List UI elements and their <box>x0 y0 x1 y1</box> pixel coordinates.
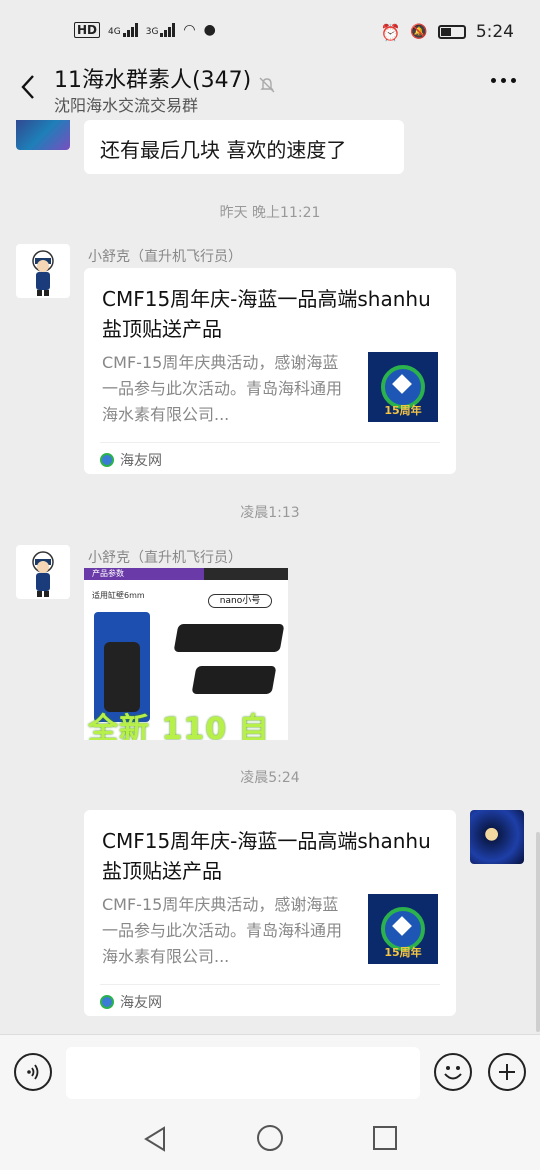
avatar[interactable] <box>16 545 70 599</box>
timestamp: 凌晨1:13 <box>240 505 300 521</box>
source-icon <box>100 453 114 467</box>
notification-bell-icon: ● <box>203 22 216 38</box>
voice-icon <box>27 1064 39 1080</box>
product-device <box>191 666 277 694</box>
image-header-tab: 产品参数 <box>84 568 204 580</box>
mute-status-icon: 🔕 <box>410 24 428 40</box>
card-description: CMF-15周年庆典活动，感谢海蓝一品参与此次活动。青岛海科通用海水素有限公司.… <box>102 353 343 424</box>
emoji-button[interactable] <box>434 1053 472 1091</box>
sender-name: 小舒克（直升机飞行员） <box>88 249 242 265</box>
back-arrow-icon <box>21 75 34 99</box>
image-size-label: 适用缸壁6mm <box>92 591 145 600</box>
pilot-avatar-icon <box>32 551 54 597</box>
signal-icon <box>122 23 138 37</box>
link-card[interactable]: CMF15周年庆-海蓝一品高端shanhu盐顶贴送产品 CMF-15周年庆典活动… <box>84 268 456 474</box>
alarm-icon: ⏰ <box>380 22 401 42</box>
nav-back-icon[interactable] <box>142 1126 168 1152</box>
nav-home-icon[interactable] <box>257 1125 283 1151</box>
mute-icon <box>259 77 275 93</box>
status-right: ⏰ 🔕 5:24 <box>380 22 514 42</box>
message-input[interactable] <box>66 1047 420 1099</box>
source-name: 海友网 <box>120 995 162 1011</box>
back-button[interactable] <box>14 72 42 102</box>
sender-name: 小舒克（直升机飞行员） <box>88 550 242 566</box>
divider <box>100 442 440 443</box>
status-indicators: HD 4G 3G ◠ ● <box>74 22 216 38</box>
card-thumbnail: 15周年 <box>368 894 438 964</box>
card-source: 海友网 <box>100 992 162 1012</box>
message-bubble[interactable]: 还有最后几块 喜欢的速度了 <box>84 120 404 174</box>
my-avatar[interactable] <box>470 810 524 864</box>
avatar[interactable] <box>16 244 70 298</box>
plus-icon <box>499 1064 515 1080</box>
pilot-avatar-icon <box>32 250 54 296</box>
clock: 5:24 <box>475 22 514 42</box>
system-nav-bar <box>0 1108 540 1170</box>
image-message[interactable]: 产品参数 适用缸壁6mm nano小号 全新 110 自提 <box>84 568 288 740</box>
scrollbar[interactable] <box>536 832 540 1032</box>
link-card[interactable]: CMF15周年庆-海蓝一品高端shanhu盐顶贴送产品 CMF-15周年庆典活动… <box>84 810 456 1016</box>
card-title: CMF15周年庆-海蓝一品高端shanhu盐顶贴送产品 <box>102 829 431 883</box>
3g-indicator: 3G <box>146 23 176 37</box>
card-title: CMF15周年庆-海蓝一品高端shanhu盐顶贴送产品 <box>102 287 431 341</box>
thumbnail-label: 15周年 <box>384 404 422 417</box>
chat-header: 11海水群素人(347) 沈阳海水交流交易群 <box>0 56 540 118</box>
more-actions-button[interactable] <box>488 1053 526 1091</box>
nav-recent-icon[interactable] <box>373 1126 397 1150</box>
source-icon <box>100 995 114 1009</box>
product-device <box>173 624 285 652</box>
more-button[interactable] <box>491 78 516 83</box>
input-bar <box>0 1034 540 1108</box>
status-bar: HD 4G 3G ◠ ● ⏰ 🔕 5:24 <box>0 0 540 62</box>
chat-subtitle: 沈阳海水交流交易群 <box>54 96 199 115</box>
emoji-icon <box>444 1066 462 1080</box>
card-thumbnail: 15周年 <box>368 352 438 422</box>
battery-icon <box>437 25 466 39</box>
card-description: CMF-15周年庆典活动，感谢海蓝一品参与此次活动。青岛海科通用海水素有限公司.… <box>102 895 343 966</box>
chat-title: 11海水群素人(347) <box>54 68 252 93</box>
image-nano-label: nano小号 <box>208 594 272 608</box>
voice-button[interactable] <box>14 1053 52 1091</box>
wifi-icon: ◠ <box>183 22 196 38</box>
source-name: 海友网 <box>120 453 162 469</box>
timestamp: 凌晨5:24 <box>240 770 300 786</box>
4g-indicator: 4G <box>108 23 138 37</box>
timestamp: 昨天 晚上11:21 <box>219 205 321 221</box>
signal-icon <box>160 23 176 37</box>
hd-indicator: HD <box>74 22 101 38</box>
image-overlay-text: 全新 110 自提 <box>88 712 270 740</box>
card-source: 海友网 <box>100 450 162 470</box>
more-icon <box>491 78 496 83</box>
thumbnail-label: 15周年 <box>384 946 422 959</box>
message-text: 还有最后几块 喜欢的速度了 <box>100 138 347 162</box>
divider <box>100 984 440 985</box>
